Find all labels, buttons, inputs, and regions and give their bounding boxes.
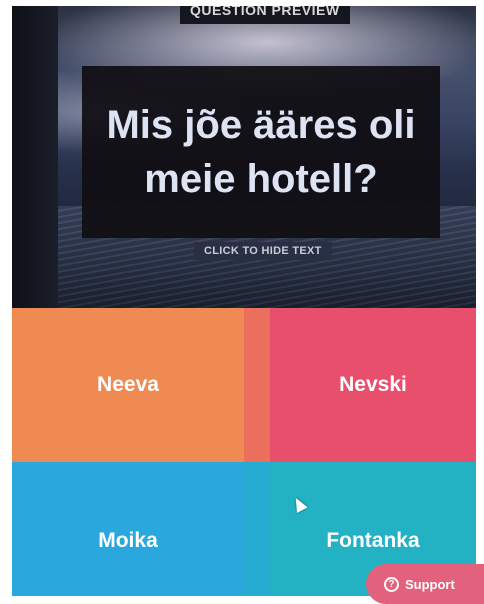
question-text: Mis jõe ääres oli meie hotell? xyxy=(106,103,416,201)
answer-tile-moika[interactable]: Moika xyxy=(12,462,244,596)
support-button[interactable]: ? Support xyxy=(366,564,484,604)
question-circle-icon: ? xyxy=(384,576,399,592)
question-preview-badge: QUESTION PREVIEW xyxy=(180,6,350,24)
answer-tile-nevski[interactable]: Nevski xyxy=(270,308,476,462)
question-box: Mis jõe ääres oli meie hotell? xyxy=(82,66,440,238)
answer-grid-divider xyxy=(244,308,270,596)
answer-label: Nevski xyxy=(339,373,407,396)
question-preview-panel: QUESTION PREVIEW Mis jõe ääres oli meie … xyxy=(12,6,476,308)
app-screen: QUESTION PREVIEW Mis jõe ääres oli meie … xyxy=(12,6,476,596)
answer-grid: Neeva Nevski Moika Fontanka xyxy=(12,308,476,596)
answer-tile-neeva[interactable]: Neeva xyxy=(12,308,244,462)
hide-text-button[interactable]: CLICK TO HIDE TEXT xyxy=(194,242,332,260)
answer-label: Neeva xyxy=(97,373,159,396)
support-label: Support xyxy=(405,576,455,592)
left-edge-bar xyxy=(12,6,58,308)
answer-label: Moika xyxy=(98,529,158,552)
answer-label: Fontanka xyxy=(326,529,420,552)
